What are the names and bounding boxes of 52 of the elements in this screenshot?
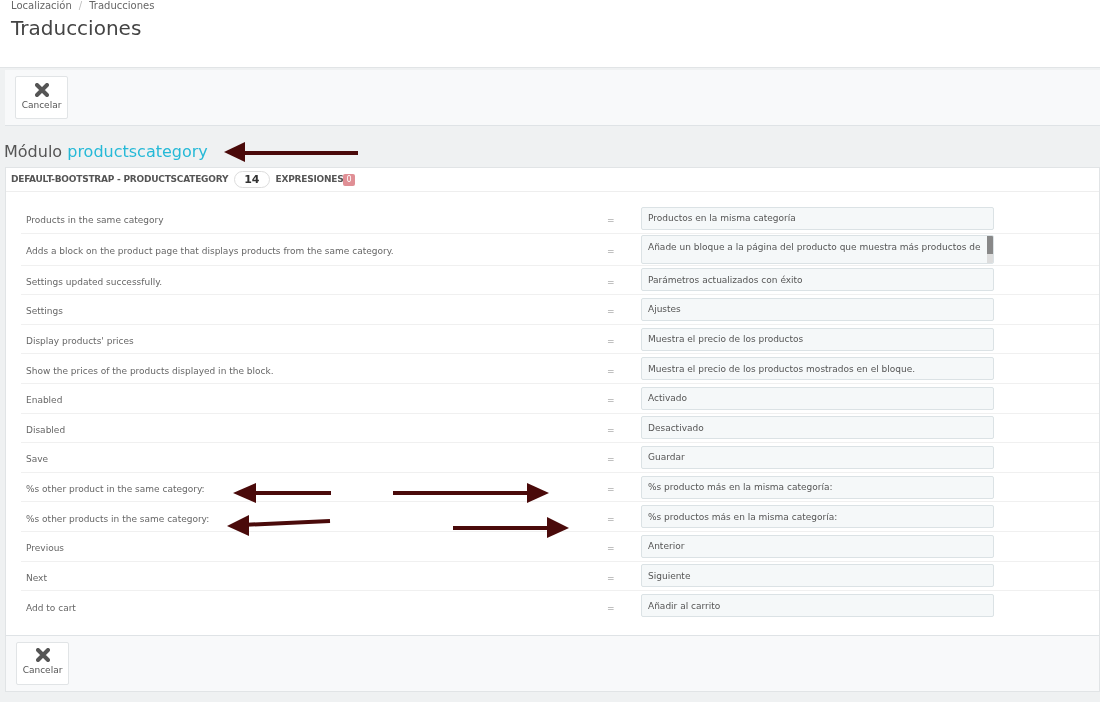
expressions-label: EXPRESIONES <box>275 172 344 186</box>
breadcrumb-separator: / <box>78 0 83 11</box>
equals-sign: = <box>607 306 615 317</box>
equals-sign: = <box>607 543 615 554</box>
source-text: %s other product in the same category: <box>26 484 205 495</box>
equals-sign: = <box>607 484 615 495</box>
panel-heading: DEFAULT-BOOTSTRAP - PRODUCTSCATEGORY <box>11 172 229 186</box>
equals-sign: = <box>607 336 615 347</box>
page-title: Traducciones <box>11 15 143 42</box>
equals-sign: = <box>607 513 615 524</box>
source-text: Products in the same category <box>26 215 164 226</box>
equals-sign: = <box>607 365 615 376</box>
equals-sign: = <box>607 424 615 435</box>
source-text: Disabled <box>26 424 66 435</box>
equals-sign: = <box>607 572 615 583</box>
translation-field[interactable]: Ajustes <box>641 298 994 321</box>
source-text: Next <box>26 572 47 583</box>
equals-sign: = <box>607 276 615 287</box>
translation-field[interactable]: Anterior <box>641 534 994 558</box>
source-text: Adds a block on the product page that displays products from the same category. <box>26 246 394 257</box>
equals-sign: = <box>607 246 615 257</box>
cancel-button[interactable]: Cancelar <box>16 641 69 685</box>
translation-field[interactable]: Muestra el precio de los productos mostrados en el bloque. <box>641 357 994 381</box>
module-heading: Módulo productscategory <box>4 142 208 161</box>
source-text: Display products' prices <box>26 336 134 347</box>
missing-badge: 0 <box>343 173 355 186</box>
equals-sign: = <box>607 454 615 465</box>
translation-field[interactable]: Añadir al carrito <box>641 594 994 618</box>
source-text: Add to cart <box>26 602 76 613</box>
source-text: Show the prices of the products displayed in the block. <box>26 365 274 376</box>
source-text: Settings updated successfully. <box>26 276 163 287</box>
translation-field[interactable]: Desactivado <box>641 416 994 440</box>
cancel-button[interactable]: Cancelar <box>15 76 68 119</box>
translation-field[interactable]: Productos en la misma categoría <box>641 206 994 230</box>
equals-sign: = <box>607 602 615 613</box>
equals-sign: = <box>607 215 615 226</box>
source-text: Enabled <box>26 395 63 406</box>
breadcrumb-link[interactable]: Localización <box>11 0 72 11</box>
translation-field[interactable]: Parámetros actualizados con éxito <box>641 268 994 292</box>
translation-field[interactable]: Activado <box>641 386 994 410</box>
translation-textarea[interactable]: Añade un bloque a la página del producto que muestra más productos de <box>641 234 994 264</box>
translation-field[interactable]: %s producto más en la misma categoría: <box>641 475 994 499</box>
breadcrumb-link[interactable]: Traducciones <box>89 0 155 11</box>
source-text: Previous <box>26 543 65 554</box>
source-text: %s other products in the same category: <box>26 513 210 524</box>
source-text: Save <box>26 454 49 465</box>
translation-field[interactable]: Muestra el precio de los productos <box>641 327 994 351</box>
translation-field[interactable]: Siguiente <box>641 564 994 588</box>
source-text: Settings <box>26 306 63 317</box>
equals-sign: = <box>607 395 615 406</box>
translation-field[interactable]: %s productos más en la misma categoría: <box>641 505 994 529</box>
translation-field[interactable]: Guardar <box>641 445 994 469</box>
